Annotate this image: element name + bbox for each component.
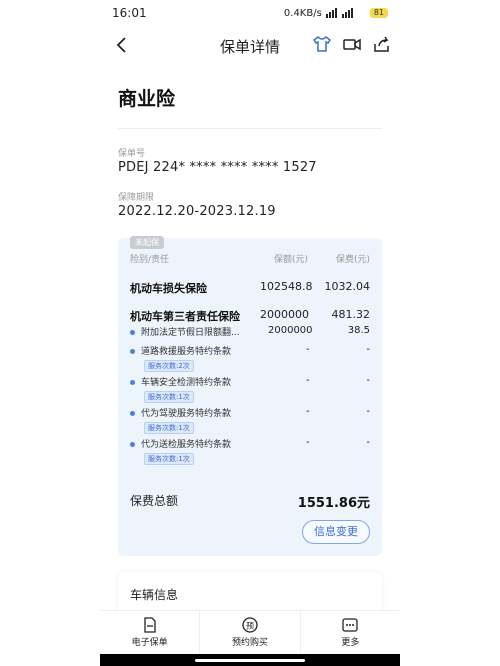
coverage-amount: 102548.8: [260, 280, 313, 293]
total-premium-value: 1551.86元: [297, 496, 370, 511]
info-change-button[interactable]: 信息变更: [302, 520, 370, 544]
coverage-amount: 2000000: [260, 308, 309, 321]
sub-coverage-amount: -: [306, 375, 310, 386]
bullet-dot: [130, 442, 135, 447]
coverage-name: 机动车第三者责任保险: [130, 310, 240, 323]
nav-actions: [312, 34, 392, 54]
sub-coverage-amount: 2000000: [268, 325, 313, 336]
policy-period-value: 2022.12.20-2023.12.19: [118, 204, 276, 219]
service-count-badge: 服务次数:1次: [144, 422, 194, 434]
policy-detail-page: 商业险 保单号 PDEJ 224* **** **** **** 1527 保障…: [100, 60, 400, 610]
service-count-badge: 服务次数:1次: [144, 453, 194, 465]
service-count-badge: 服务次数:2次: [144, 360, 194, 372]
vehicle-info-card[interactable]: 车辆信息: [118, 572, 382, 610]
sub-coverage-premium: 38.5: [347, 325, 370, 336]
sub-coverage-premium: -: [366, 406, 370, 417]
home-indicator-bar: [100, 654, 400, 666]
sub-coverage-name: 代为送检服务特约条款: [141, 440, 232, 450]
bullet-dot: [130, 411, 135, 416]
network-speed: 0.4KB/s: [283, 7, 322, 19]
total-premium-label: 保费总额: [130, 494, 179, 508]
coverage-premium: 481.32: [331, 308, 371, 321]
coverage-card: 未起保 险别/责任 保额(元) 保费(元) 机动车损失保险 102548.8 1…: [118, 236, 382, 556]
sub-coverage-premium: -: [366, 344, 370, 355]
coverage-row: 机动车第三者责任保险 2000000 481.32: [130, 308, 370, 324]
tab-label: 更多: [341, 638, 360, 648]
more-icon: [342, 618, 358, 632]
policy-number-value: PDEJ 224* **** **** **** 1527: [118, 160, 317, 175]
tab-electronic-policy[interactable]: 电子保单: [100, 611, 201, 654]
sub-coverage-row: 附加法定节假日限额翻... 2000000 38.5: [130, 325, 370, 338]
shirt-icon: [312, 36, 332, 52]
home-indicator[interactable]: [195, 659, 305, 662]
section-title: 商业险: [118, 88, 176, 110]
bullet-dot: [130, 380, 135, 385]
coverage-name: 机动车损失保险: [130, 282, 207, 295]
nav-bar: 保单详情: [100, 30, 400, 60]
header-amount: 保额(元): [274, 255, 309, 265]
tab-reserve-purchase[interactable]: 预 预约购买: [200, 611, 301, 654]
divider: [118, 128, 382, 129]
sub-coverage-name: 车辆安全检测特约条款: [141, 378, 232, 388]
signal-icon: [325, 8, 353, 18]
battery-indicator: 81: [369, 8, 388, 18]
header-premium: 保费(元): [335, 255, 370, 265]
share-button[interactable]: [372, 34, 392, 54]
bullet-dot: [130, 349, 135, 354]
policy-period-label: 保障期限: [118, 193, 155, 203]
coverage-premium: 1032.04: [324, 280, 371, 293]
bullet-dot: [130, 330, 135, 335]
share-icon: [374, 36, 389, 52]
video-button[interactable]: [342, 34, 362, 54]
sub-coverage-name: 附加法定节假日限额翻...: [141, 328, 240, 338]
bottom-tab-bar: 电子保单 预 预约购买 更多: [100, 610, 400, 654]
sub-coverage-name: 道路救援服务特约条款: [141, 347, 232, 357]
sub-coverage-row: 车辆安全检测特约条款 - -: [130, 375, 370, 388]
sub-coverage-row: 道路救援服务特约条款 - -: [130, 344, 370, 357]
sub-coverage-amount: -: [306, 437, 310, 448]
coverage-row: 机动车损失保险 102548.8 1032.04: [130, 280, 370, 296]
sub-coverage-amount: -: [306, 406, 310, 417]
tab-label: 预约购买: [231, 638, 268, 648]
status-time: 16:01: [112, 6, 147, 20]
header-item: 险别/责任: [130, 255, 170, 265]
shirt-button[interactable]: [312, 34, 332, 54]
sub-coverage-premium: -: [366, 437, 370, 448]
sub-coverage-amount: -: [306, 344, 310, 355]
tab-label: 电子保单: [131, 638, 168, 648]
sub-coverage-name: 代为驾驶服务特约条款: [141, 409, 232, 419]
service-count-badge: 服务次数:1次: [144, 391, 194, 403]
status-bar: 16:01 0.4KB/s 81: [0, 0, 500, 26]
sub-coverage-premium: -: [366, 375, 370, 386]
vehicle-info-title: 车辆信息: [130, 588, 179, 602]
sub-coverage-row: 代为驾驶服务特约条款 - -: [130, 406, 370, 419]
policy-number-label: 保单号: [118, 149, 146, 159]
document-icon: [144, 617, 156, 633]
status-right: 0.4KB/s 81: [284, 8, 388, 19]
reserve-icon: 预: [242, 617, 258, 633]
svg-text:预: 预: [246, 621, 254, 631]
video-camera-icon: [343, 38, 361, 51]
status-badge: 未起保: [130, 236, 164, 249]
sub-coverage-row: 代为送检服务特约条款 - -: [130, 437, 370, 450]
tab-more[interactable]: 更多: [301, 611, 400, 654]
